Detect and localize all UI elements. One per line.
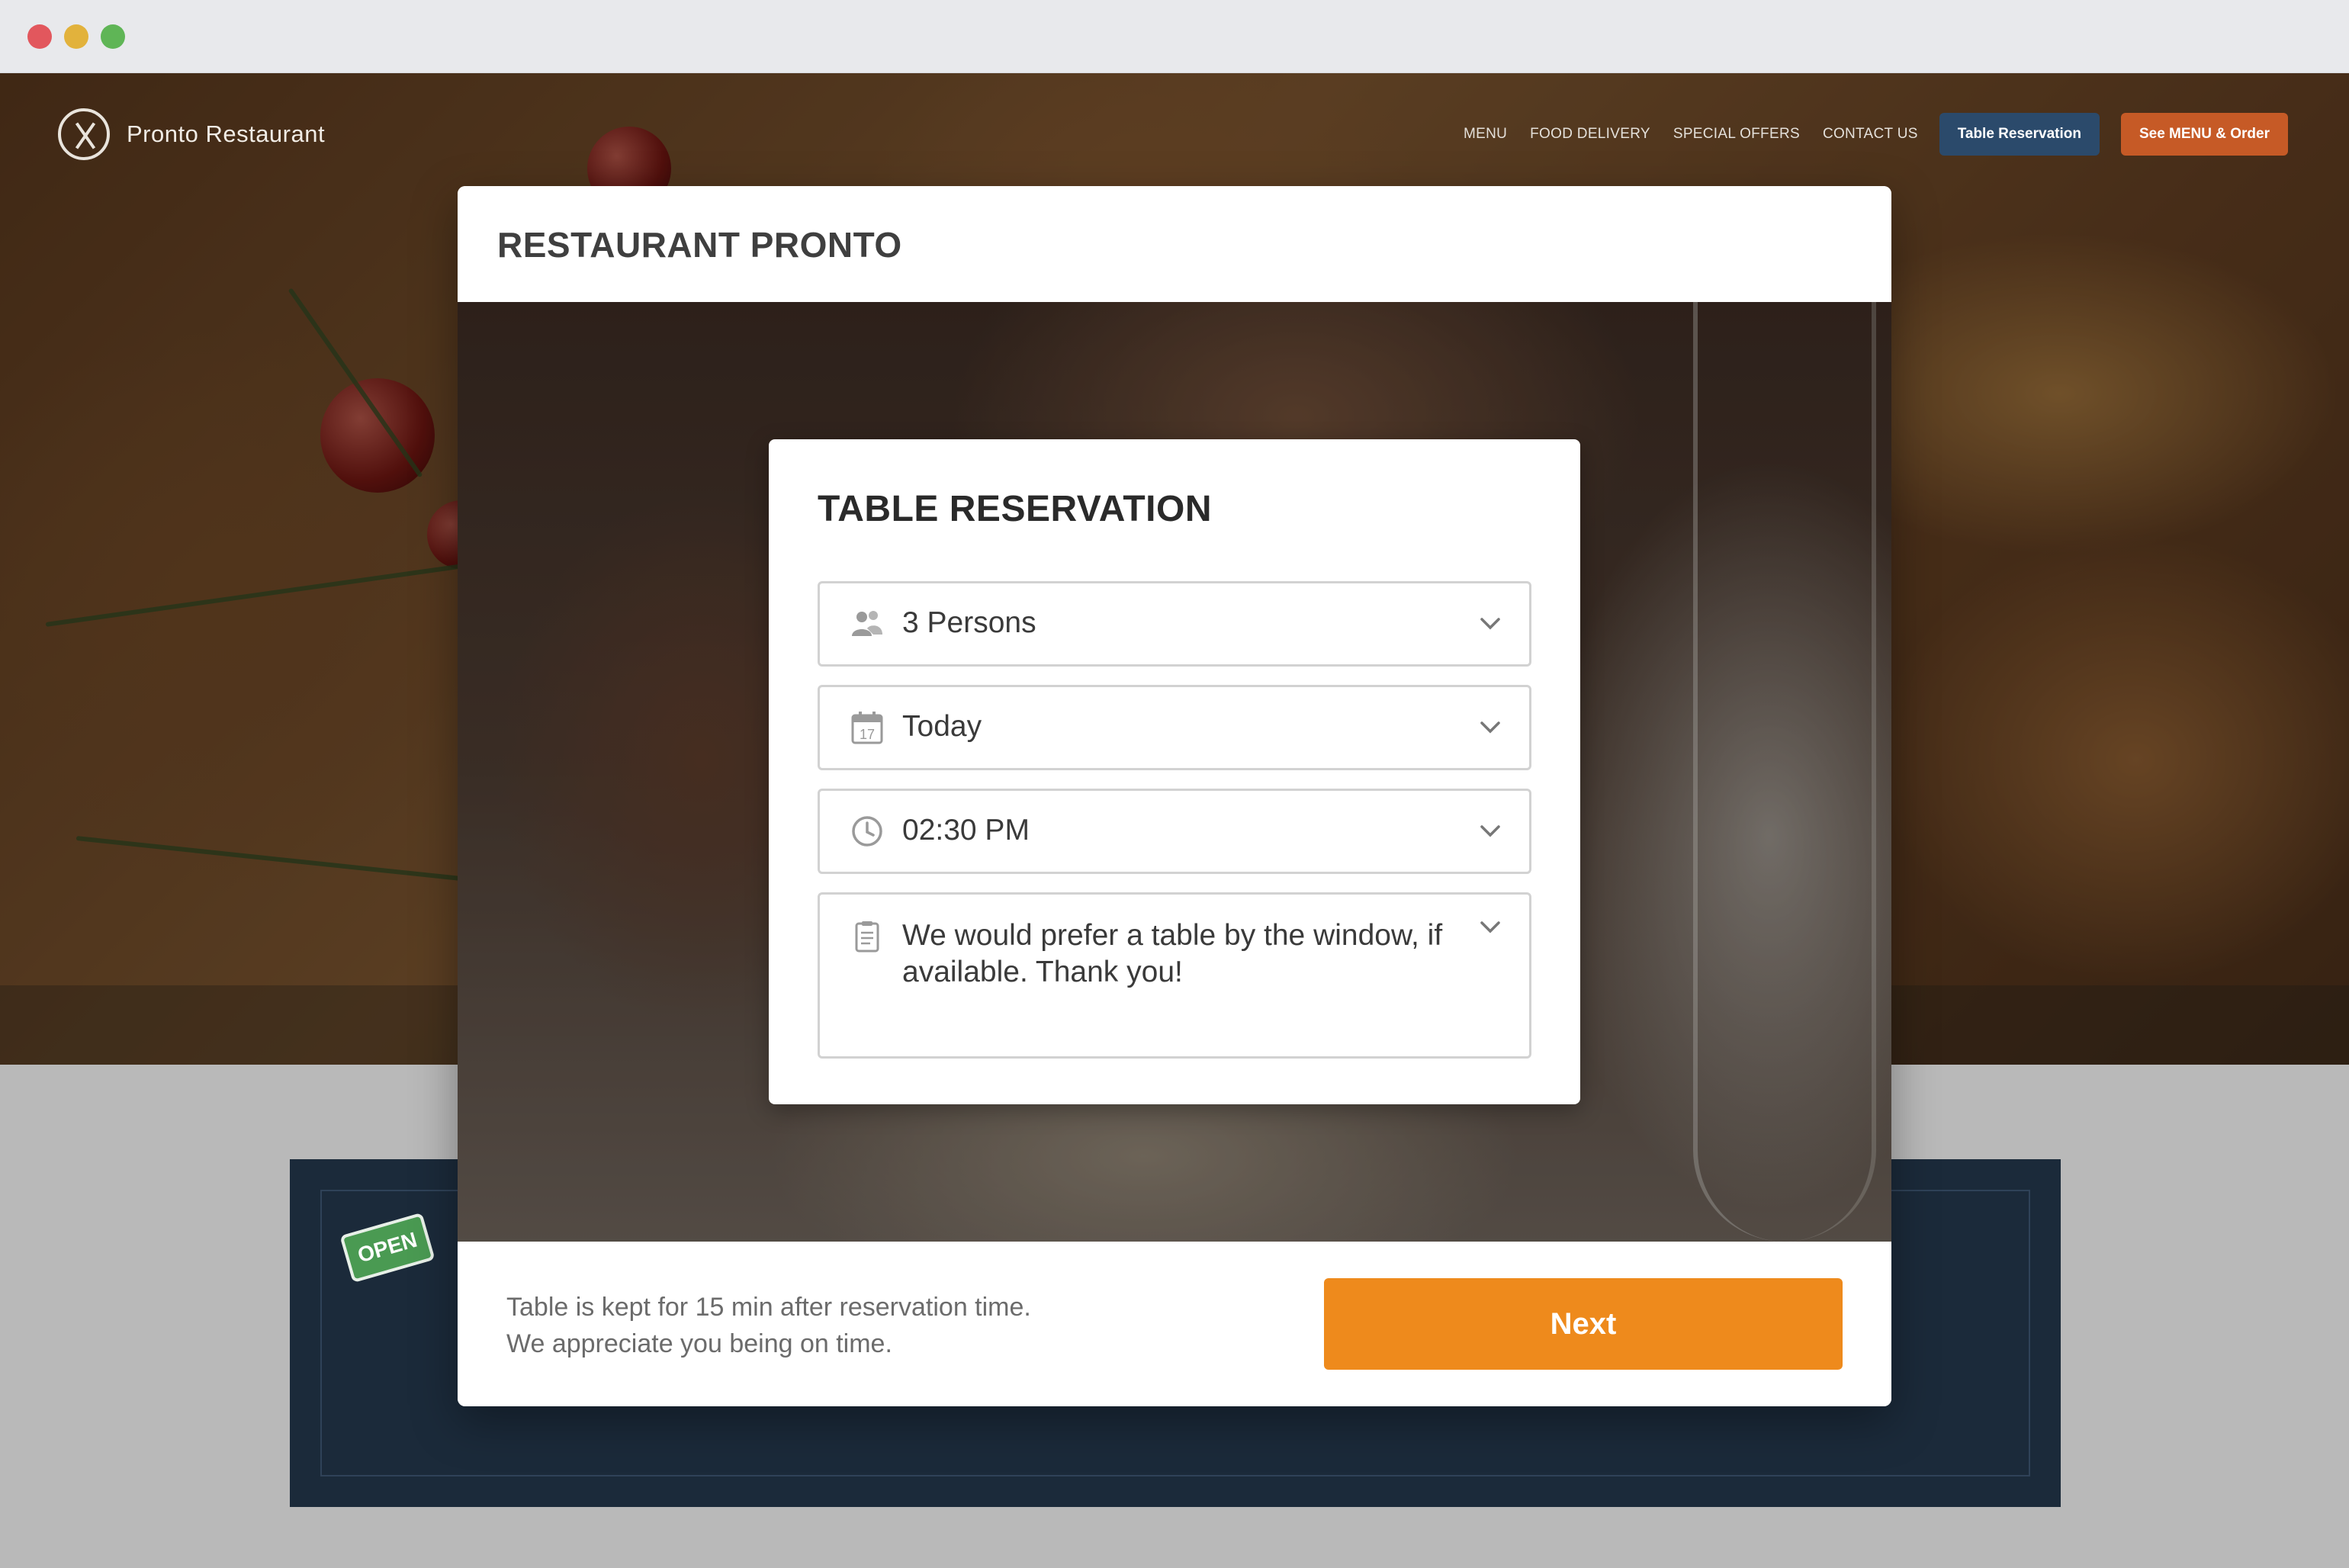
maximize-window-button[interactable] [101, 24, 125, 49]
nav-special-offers[interactable]: SPECIAL OFFERS [1673, 126, 1800, 143]
reservation-policy-note: Table is kept for 15 min after reservati… [506, 1293, 1031, 1358]
notes-value: We would prefer a table by the window, i… [902, 919, 1443, 988]
site-logo[interactable]: Pronto Restaurant [58, 108, 325, 160]
clock-icon [852, 816, 882, 847]
people-icon [852, 611, 882, 636]
nav-food-delivery[interactable]: FOOD DELIVERY [1530, 126, 1650, 143]
nav-contact-us[interactable]: CONTACT US [1823, 126, 1918, 143]
restaurant-photo: TABLE RESERVATION 3 Persons 17 Today 02:… [458, 302, 1891, 1242]
brand-name: Pronto Restaurant [127, 120, 326, 147]
chevron-down-icon [1480, 921, 1500, 933]
persons-value: 3 Persons [902, 606, 1036, 639]
chevron-down-icon [1480, 825, 1500, 837]
see-menu-order-button[interactable]: See MENU & Order [2120, 113, 2288, 156]
browser-titlebar [0, 0, 2349, 73]
close-window-button[interactable] [27, 24, 52, 49]
reservation-modal: RESTAURANT PRONTO TABLE RESERVATION 3 Pe… [458, 186, 1891, 1406]
modal-title: RESTAURANT PRONTO [497, 225, 902, 265]
date-value: Today [902, 710, 982, 743]
nav-menu[interactable]: MENU [1464, 126, 1507, 143]
modal-header: RESTAURANT PRONTO [458, 186, 1891, 302]
notes-field[interactable]: We would prefer a table by the window, i… [818, 892, 1531, 1059]
main-nav: MENU FOOD DELIVERY SPECIAL OFFERS CONTAC… [1441, 113, 2288, 156]
minimize-window-button[interactable] [64, 24, 88, 49]
modal-footer: Table is kept for 15 min after reservati… [458, 1242, 1891, 1406]
svg-text:17: 17 [860, 727, 875, 742]
reservation-form: TABLE RESERVATION 3 Persons 17 Today 02:… [769, 439, 1580, 1104]
form-title: TABLE RESERVATION [818, 489, 1212, 529]
chevron-down-icon [1480, 721, 1500, 734]
persons-select[interactable]: 3 Persons [818, 581, 1531, 667]
chevron-down-icon [1480, 618, 1500, 630]
next-button[interactable]: Next [1324, 1278, 1843, 1370]
time-select[interactable]: 02:30 PM [818, 789, 1531, 874]
date-select[interactable]: 17 Today [818, 685, 1531, 770]
calendar-icon: 17 [851, 712, 883, 744]
fork-knife-logo-icon [58, 108, 110, 160]
table-reservation-button[interactable]: Table Reservation [1939, 113, 2100, 156]
notes-icon [855, 921, 879, 953]
time-value: 02:30 PM [902, 814, 1030, 847]
